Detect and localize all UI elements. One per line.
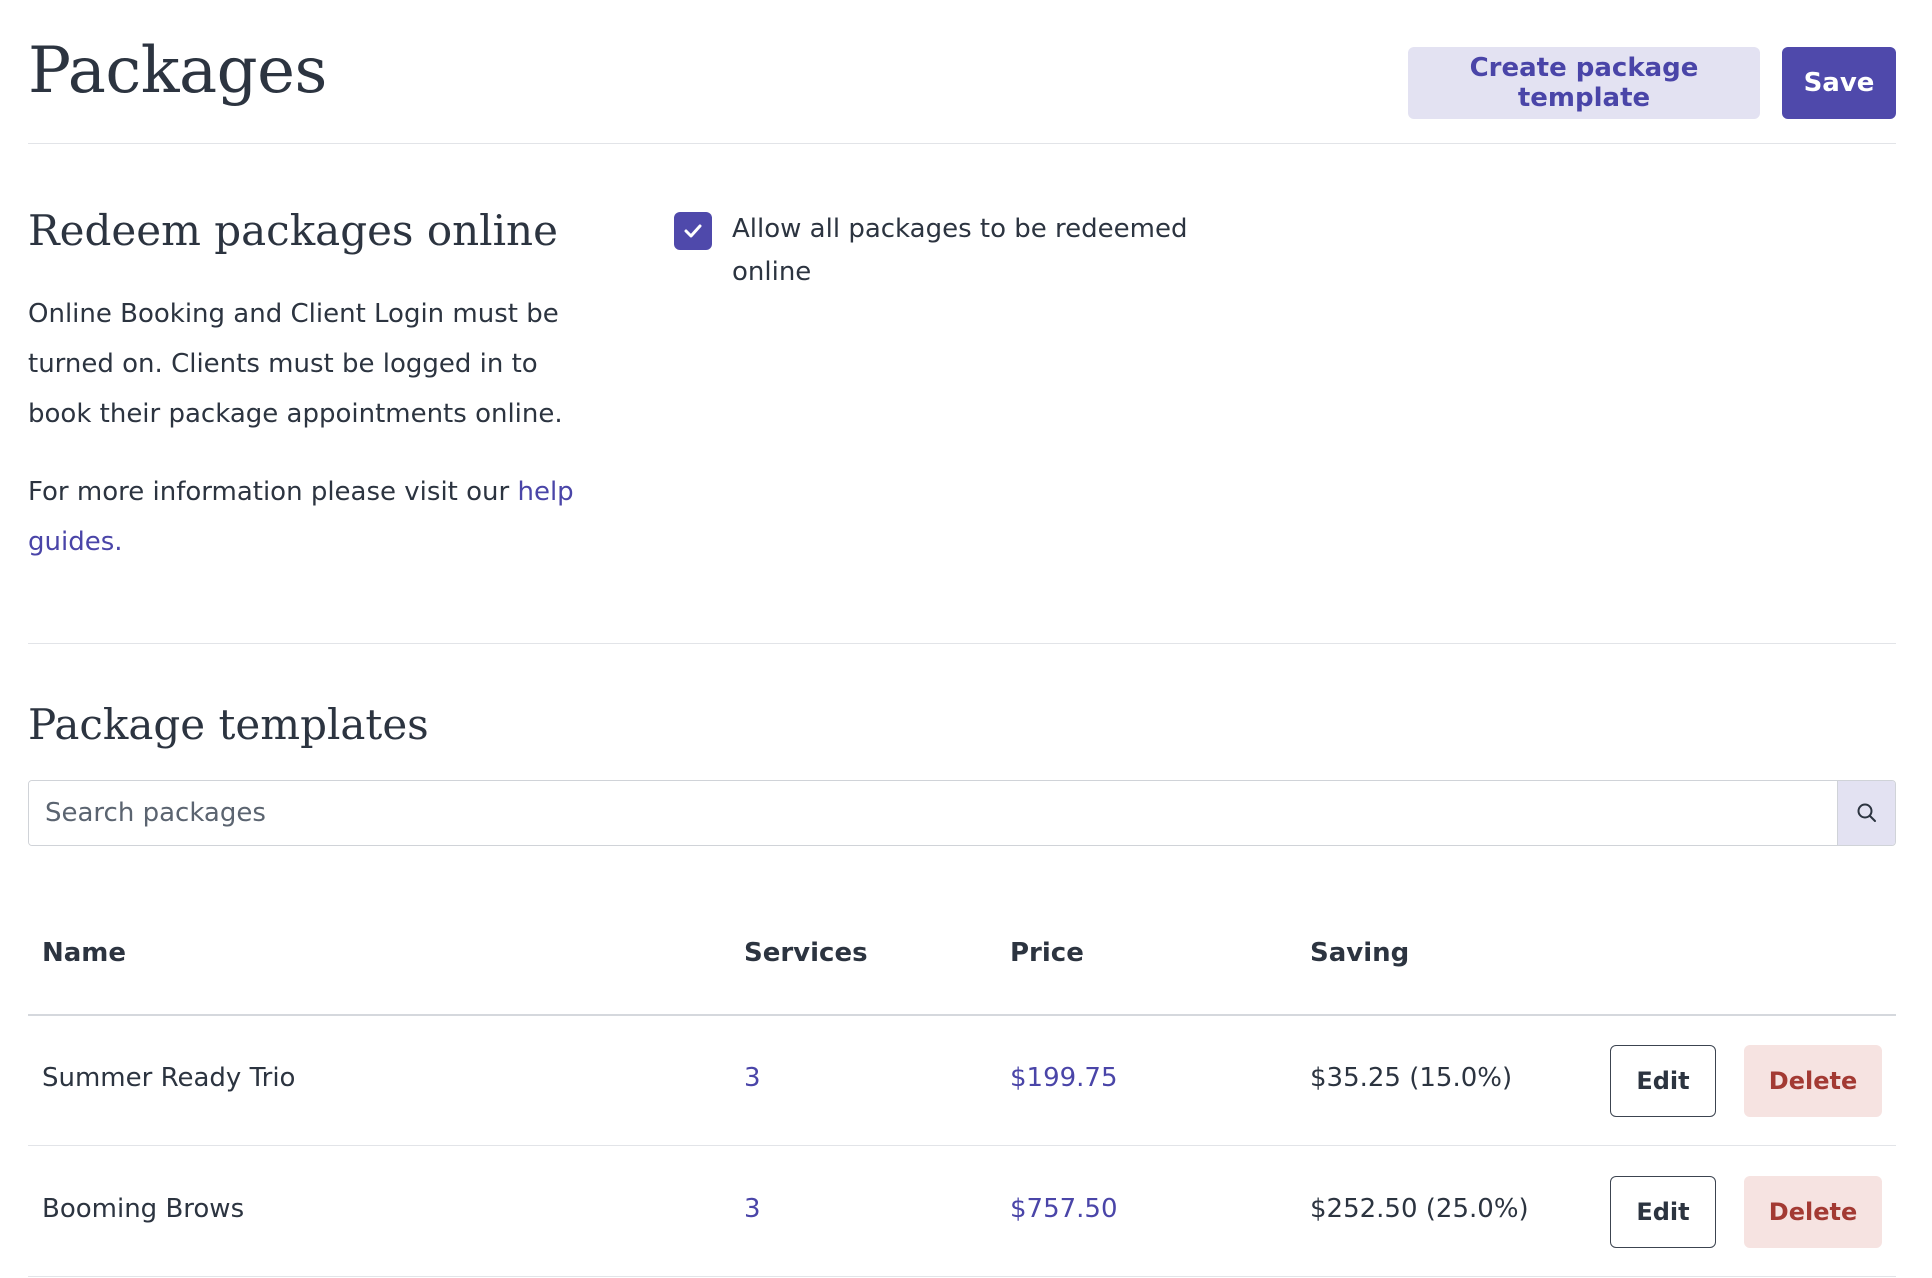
column-header-services: Services bbox=[744, 938, 868, 968]
edit-button[interactable]: Edit bbox=[1610, 1045, 1716, 1117]
package-services-link[interactable]: 3 bbox=[744, 1063, 761, 1093]
package-name: Booming Brows bbox=[42, 1194, 245, 1224]
package-name: Summer Ready Trio bbox=[42, 1063, 296, 1093]
delete-button[interactable]: Delete bbox=[1744, 1045, 1882, 1117]
search-icon bbox=[1857, 803, 1876, 822]
checkmark-icon bbox=[684, 224, 702, 238]
column-header-price: Price bbox=[1010, 938, 1084, 968]
search-bar bbox=[28, 780, 1896, 846]
save-button[interactable]: Save bbox=[1782, 47, 1896, 119]
page-title: Packages bbox=[28, 34, 327, 108]
search-button[interactable] bbox=[1837, 781, 1895, 845]
package-saving: $35.25 (15.0%) bbox=[1310, 1063, 1513, 1093]
allow-redeem-online-checkbox[interactable] bbox=[674, 212, 712, 250]
templates-section-heading: Package templates bbox=[28, 700, 429, 749]
delete-button[interactable]: Delete bbox=[1744, 1176, 1882, 1248]
header-divider bbox=[28, 143, 1896, 144]
row-divider bbox=[28, 1145, 1896, 1146]
search-input[interactable] bbox=[29, 781, 1837, 845]
packages-page: Packages Create package template Save Re… bbox=[0, 0, 1932, 1278]
column-header-name: Name bbox=[42, 938, 127, 968]
redeem-section-heading: Redeem packages online bbox=[28, 206, 558, 255]
package-services-link[interactable]: 3 bbox=[744, 1194, 761, 1224]
redeem-info-text: For more information please visit our he… bbox=[28, 467, 588, 567]
row-divider bbox=[28, 1276, 1896, 1277]
edit-button[interactable]: Edit bbox=[1610, 1176, 1716, 1248]
allow-redeem-online-label[interactable]: Allow all packages to be redeemed online bbox=[732, 208, 1202, 294]
package-price-link[interactable]: $757.50 bbox=[1010, 1194, 1118, 1224]
section-divider bbox=[28, 643, 1896, 644]
redeem-info-prefix: For more information please visit our bbox=[28, 477, 518, 507]
redeem-description: Online Booking and Client Login must be … bbox=[28, 299, 563, 429]
create-package-template-button[interactable]: Create package template bbox=[1408, 47, 1760, 119]
table-header-divider bbox=[28, 1014, 1896, 1016]
column-header-saving: Saving bbox=[1310, 938, 1410, 968]
package-price-link[interactable]: $199.75 bbox=[1010, 1063, 1118, 1093]
package-saving: $252.50 (25.0%) bbox=[1310, 1194, 1529, 1224]
